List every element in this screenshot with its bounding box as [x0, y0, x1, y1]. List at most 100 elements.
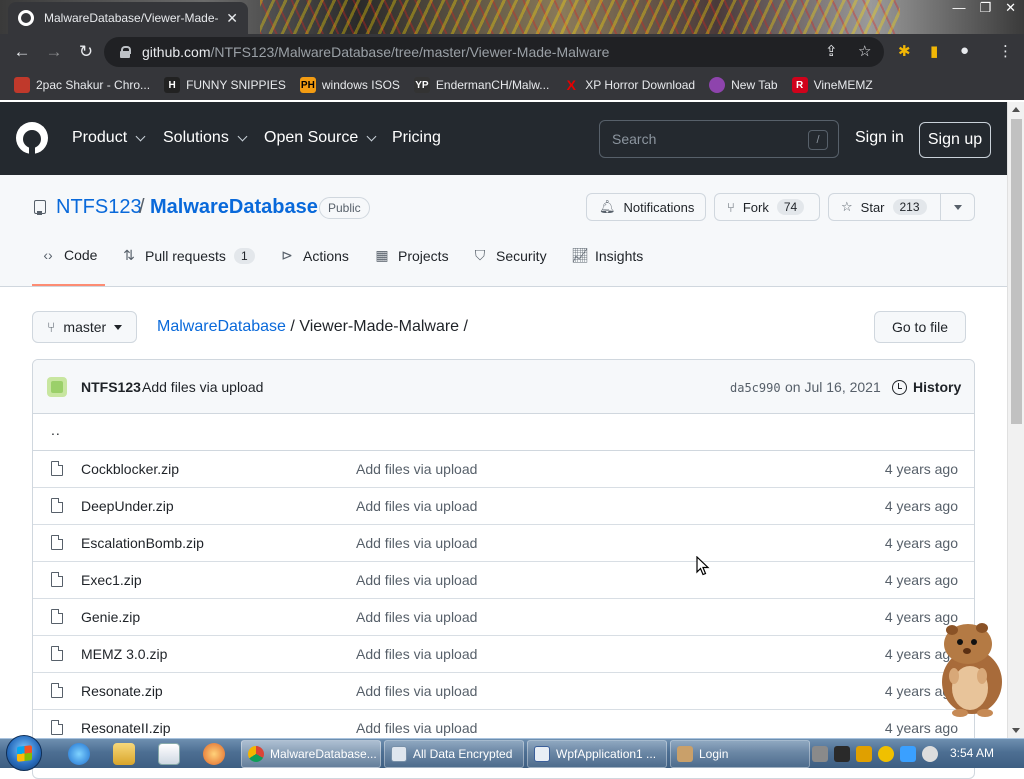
file-commit-message[interactable]: Add files via upload: [356, 461, 477, 477]
parent-directory-row[interactable]: ..: [33, 414, 974, 451]
star-button[interactable]: ☆ Star 213: [828, 193, 941, 221]
tray-action-center-icon[interactable]: [834, 746, 850, 762]
internet-explorer-icon[interactable]: [68, 743, 90, 765]
star-dropdown-button[interactable]: [940, 193, 975, 221]
tray-search-icon[interactable]: [878, 746, 894, 762]
tray-app-icon[interactable]: [812, 746, 828, 762]
file-commit-message[interactable]: Add files via upload: [356, 646, 477, 662]
file-commit-message[interactable]: Add files via upload: [356, 535, 477, 551]
breadcrumb-sep: /: [290, 318, 295, 335]
file-commit-message[interactable]: Add files via upload: [356, 609, 477, 625]
tray-network-icon[interactable]: [900, 746, 916, 762]
tab-insights[interactable]: 📈︎ Insights: [571, 247, 643, 264]
file-name-link[interactable]: Resonate.zip: [81, 683, 163, 699]
extensions-puzzle-icon[interactable]: ✱: [898, 42, 911, 60]
sign-in-link[interactable]: Sign in: [855, 129, 904, 147]
scroll-down-arrow-icon[interactable]: [1012, 728, 1020, 733]
fork-button[interactable]: ⑂ Fork 74: [714, 193, 820, 221]
commit-message-link[interactable]: Add files via upload: [142, 379, 263, 395]
nav-open-source[interactable]: Open Source: [264, 129, 377, 147]
table-row[interactable]: DeepUnder.zip Add files via upload 4 yea…: [33, 488, 974, 525]
bookmark-label: FUNNY SNIPPIES: [186, 78, 286, 92]
file-name-link[interactable]: EscalationBomb.zip: [81, 535, 204, 551]
file-name-link[interactable]: DeepUnder.zip: [81, 498, 174, 514]
media-player-icon[interactable]: [158, 743, 180, 765]
restore-icon[interactable]: ❐: [979, 0, 991, 16]
tab-pull-requests[interactable]: ⇅ Pull requests 1: [121, 247, 255, 264]
taskbar-clock[interactable]: 3:54 AM: [950, 746, 994, 760]
tray-flag-icon[interactable]: [856, 746, 872, 762]
bookmark-star-icon[interactable]: ☆: [858, 42, 871, 60]
scroll-up-arrow-icon[interactable]: [1012, 107, 1020, 112]
commit-hash-link[interactable]: da5c990: [730, 381, 781, 395]
file-name-link[interactable]: MEMZ 3.0.zip: [81, 646, 167, 662]
bookmark-item[interactable]: H FUNNY SNIPPIES: [164, 77, 286, 93]
taskbar-button-data-encrypted[interactable]: All Data Encrypted: [384, 740, 524, 768]
taskbar-button-chrome[interactable]: MalwareDatabase...: [241, 740, 381, 768]
latest-commit-bar: NTFS123 Add files via upload da5c990 on …: [33, 360, 974, 414]
avatar[interactable]: [47, 377, 67, 397]
table-row[interactable]: Resonate.zip Add files via upload 4 year…: [33, 673, 974, 710]
table-row[interactable]: EscalationBomb.zip Add files via upload …: [33, 525, 974, 562]
file-commit-message[interactable]: Add files via upload: [356, 498, 477, 514]
paint-icon[interactable]: [203, 743, 225, 765]
browser-tab-active[interactable]: MalwareDatabase/Viewer-Made-Malware ✕: [8, 2, 248, 34]
minimize-icon[interactable]: —: [952, 0, 965, 16]
file-commit-message[interactable]: Add files via upload: [356, 572, 477, 588]
close-window-icon[interactable]: ✕: [1005, 0, 1016, 16]
file-commit-message[interactable]: Add files via upload: [356, 683, 477, 699]
share-icon[interactable]: ⇪: [825, 42, 838, 60]
bookmark-item[interactable]: 2pac Shakur - Chro...: [14, 77, 150, 93]
go-to-file-button[interactable]: Go to file: [874, 311, 966, 343]
tab-actions[interactable]: ⊳ Actions: [279, 247, 349, 264]
file-name-link[interactable]: Exec1.zip: [81, 572, 142, 588]
notifications-button[interactable]: 🔔︎ Notifications: [586, 193, 706, 221]
commit-author-link[interactable]: NTFS123: [81, 379, 141, 395]
repo-header: NTFS123 / MalwareDatabase Public 🔔︎ Noti…: [0, 175, 1007, 287]
repo-owner-link[interactable]: NTFS123: [56, 196, 142, 219]
bookmark-item[interactable]: X XP Horror Download: [563, 77, 696, 93]
bookmark-item[interactable]: R VineMEMZ: [791, 77, 873, 93]
repo-name-link[interactable]: MalwareDatabase: [150, 196, 318, 219]
side-panel-icon[interactable]: ▮: [930, 42, 938, 60]
search-input[interactable]: Search /: [599, 120, 839, 158]
table-row[interactable]: Cockblocker.zip Add files via upload 4 y…: [33, 451, 974, 488]
back-arrow-icon[interactable]: ←: [6, 42, 38, 62]
parent-directory-link[interactable]: ..: [51, 422, 61, 438]
nav-product[interactable]: Product: [72, 129, 146, 147]
file-name-link[interactable]: ResonateII.zip: [81, 720, 171, 736]
table-row[interactable]: Exec1.zip Add files via upload 4 years a…: [33, 562, 974, 599]
sign-up-button[interactable]: Sign up: [919, 122, 991, 158]
branch-select-button[interactable]: ⑂ master: [32, 311, 138, 343]
history-link[interactable]: History: [892, 379, 961, 395]
profile-avatar-icon[interactable]: ●: [960, 42, 969, 59]
breadcrumb-root-link[interactable]: MalwareDatabase: [157, 318, 286, 335]
nav-pricing[interactable]: Pricing: [392, 129, 441, 147]
nav-solutions[interactable]: Solutions: [163, 129, 248, 147]
taskbar-button-wpfapp[interactable]: WpfApplication1 ...: [527, 740, 667, 768]
table-row[interactable]: MEMZ 3.0.zip Add files via upload 4 year…: [33, 636, 974, 673]
bookmark-item[interactable]: YP EndermanCH/Malw...: [413, 77, 549, 93]
tab-actions-label: Actions: [303, 247, 349, 264]
reload-icon[interactable]: ↻: [70, 42, 102, 62]
scrollbar-thumb[interactable]: [1011, 119, 1022, 424]
folder-icon[interactable]: [113, 743, 135, 765]
tab-close-icon[interactable]: ✕: [226, 10, 238, 27]
start-button[interactable]: [6, 735, 42, 771]
taskbar-button-login[interactable]: Login: [670, 740, 810, 768]
tab-code[interactable]: ‹› Code: [40, 247, 97, 263]
url-field[interactable]: github.com/NTFS123/MalwareDatabase/tree/…: [104, 37, 884, 67]
caret-down-icon: [114, 324, 123, 330]
bookmark-item[interactable]: New Tab: [709, 77, 778, 93]
table-row[interactable]: Genie.zip Add files via upload 4 years a…: [33, 599, 974, 636]
bookmark-item[interactable]: PH windows ISOS: [299, 77, 400, 93]
tab-security[interactable]: ⛉ Security: [472, 247, 547, 264]
chrome-menu-icon[interactable]: ⋮: [998, 42, 1013, 60]
file-commit-message[interactable]: Add files via upload: [356, 720, 477, 736]
file-name-link[interactable]: Genie.zip: [81, 609, 140, 625]
forward-arrow-icon[interactable]: →: [38, 42, 70, 62]
github-logo-icon[interactable]: [16, 122, 48, 154]
tray-volume-icon[interactable]: [922, 746, 938, 762]
tab-projects[interactable]: ▦ Projects: [374, 247, 448, 264]
file-name-link[interactable]: Cockblocker.zip: [81, 461, 179, 477]
